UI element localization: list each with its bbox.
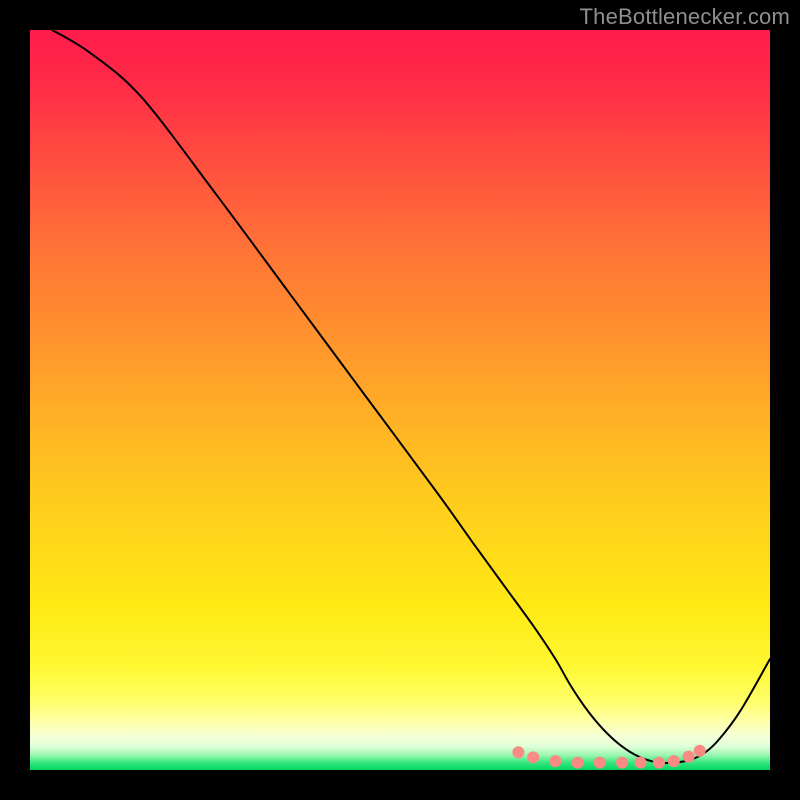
optimal-zone-marker xyxy=(616,757,628,769)
watermark-text: TheBottlenecker.com xyxy=(580,4,790,30)
optimal-zone-marker xyxy=(668,755,680,767)
optimal-zone-marker xyxy=(527,751,539,763)
plot-svg xyxy=(30,30,770,770)
optimal-zone-marker xyxy=(653,757,665,769)
optimal-zone-marker xyxy=(572,757,584,769)
optimal-zone-marker xyxy=(635,757,647,769)
optimal-zone-marker xyxy=(683,751,695,763)
optimal-zone-marker xyxy=(594,757,606,769)
optimal-zone-marker xyxy=(694,745,706,757)
gradient-background xyxy=(30,30,770,770)
plot-area xyxy=(30,30,770,770)
optimal-zone-marker xyxy=(549,755,561,767)
chart-frame: TheBottlenecker.com xyxy=(0,0,800,800)
optimal-zone-marker xyxy=(512,746,524,758)
